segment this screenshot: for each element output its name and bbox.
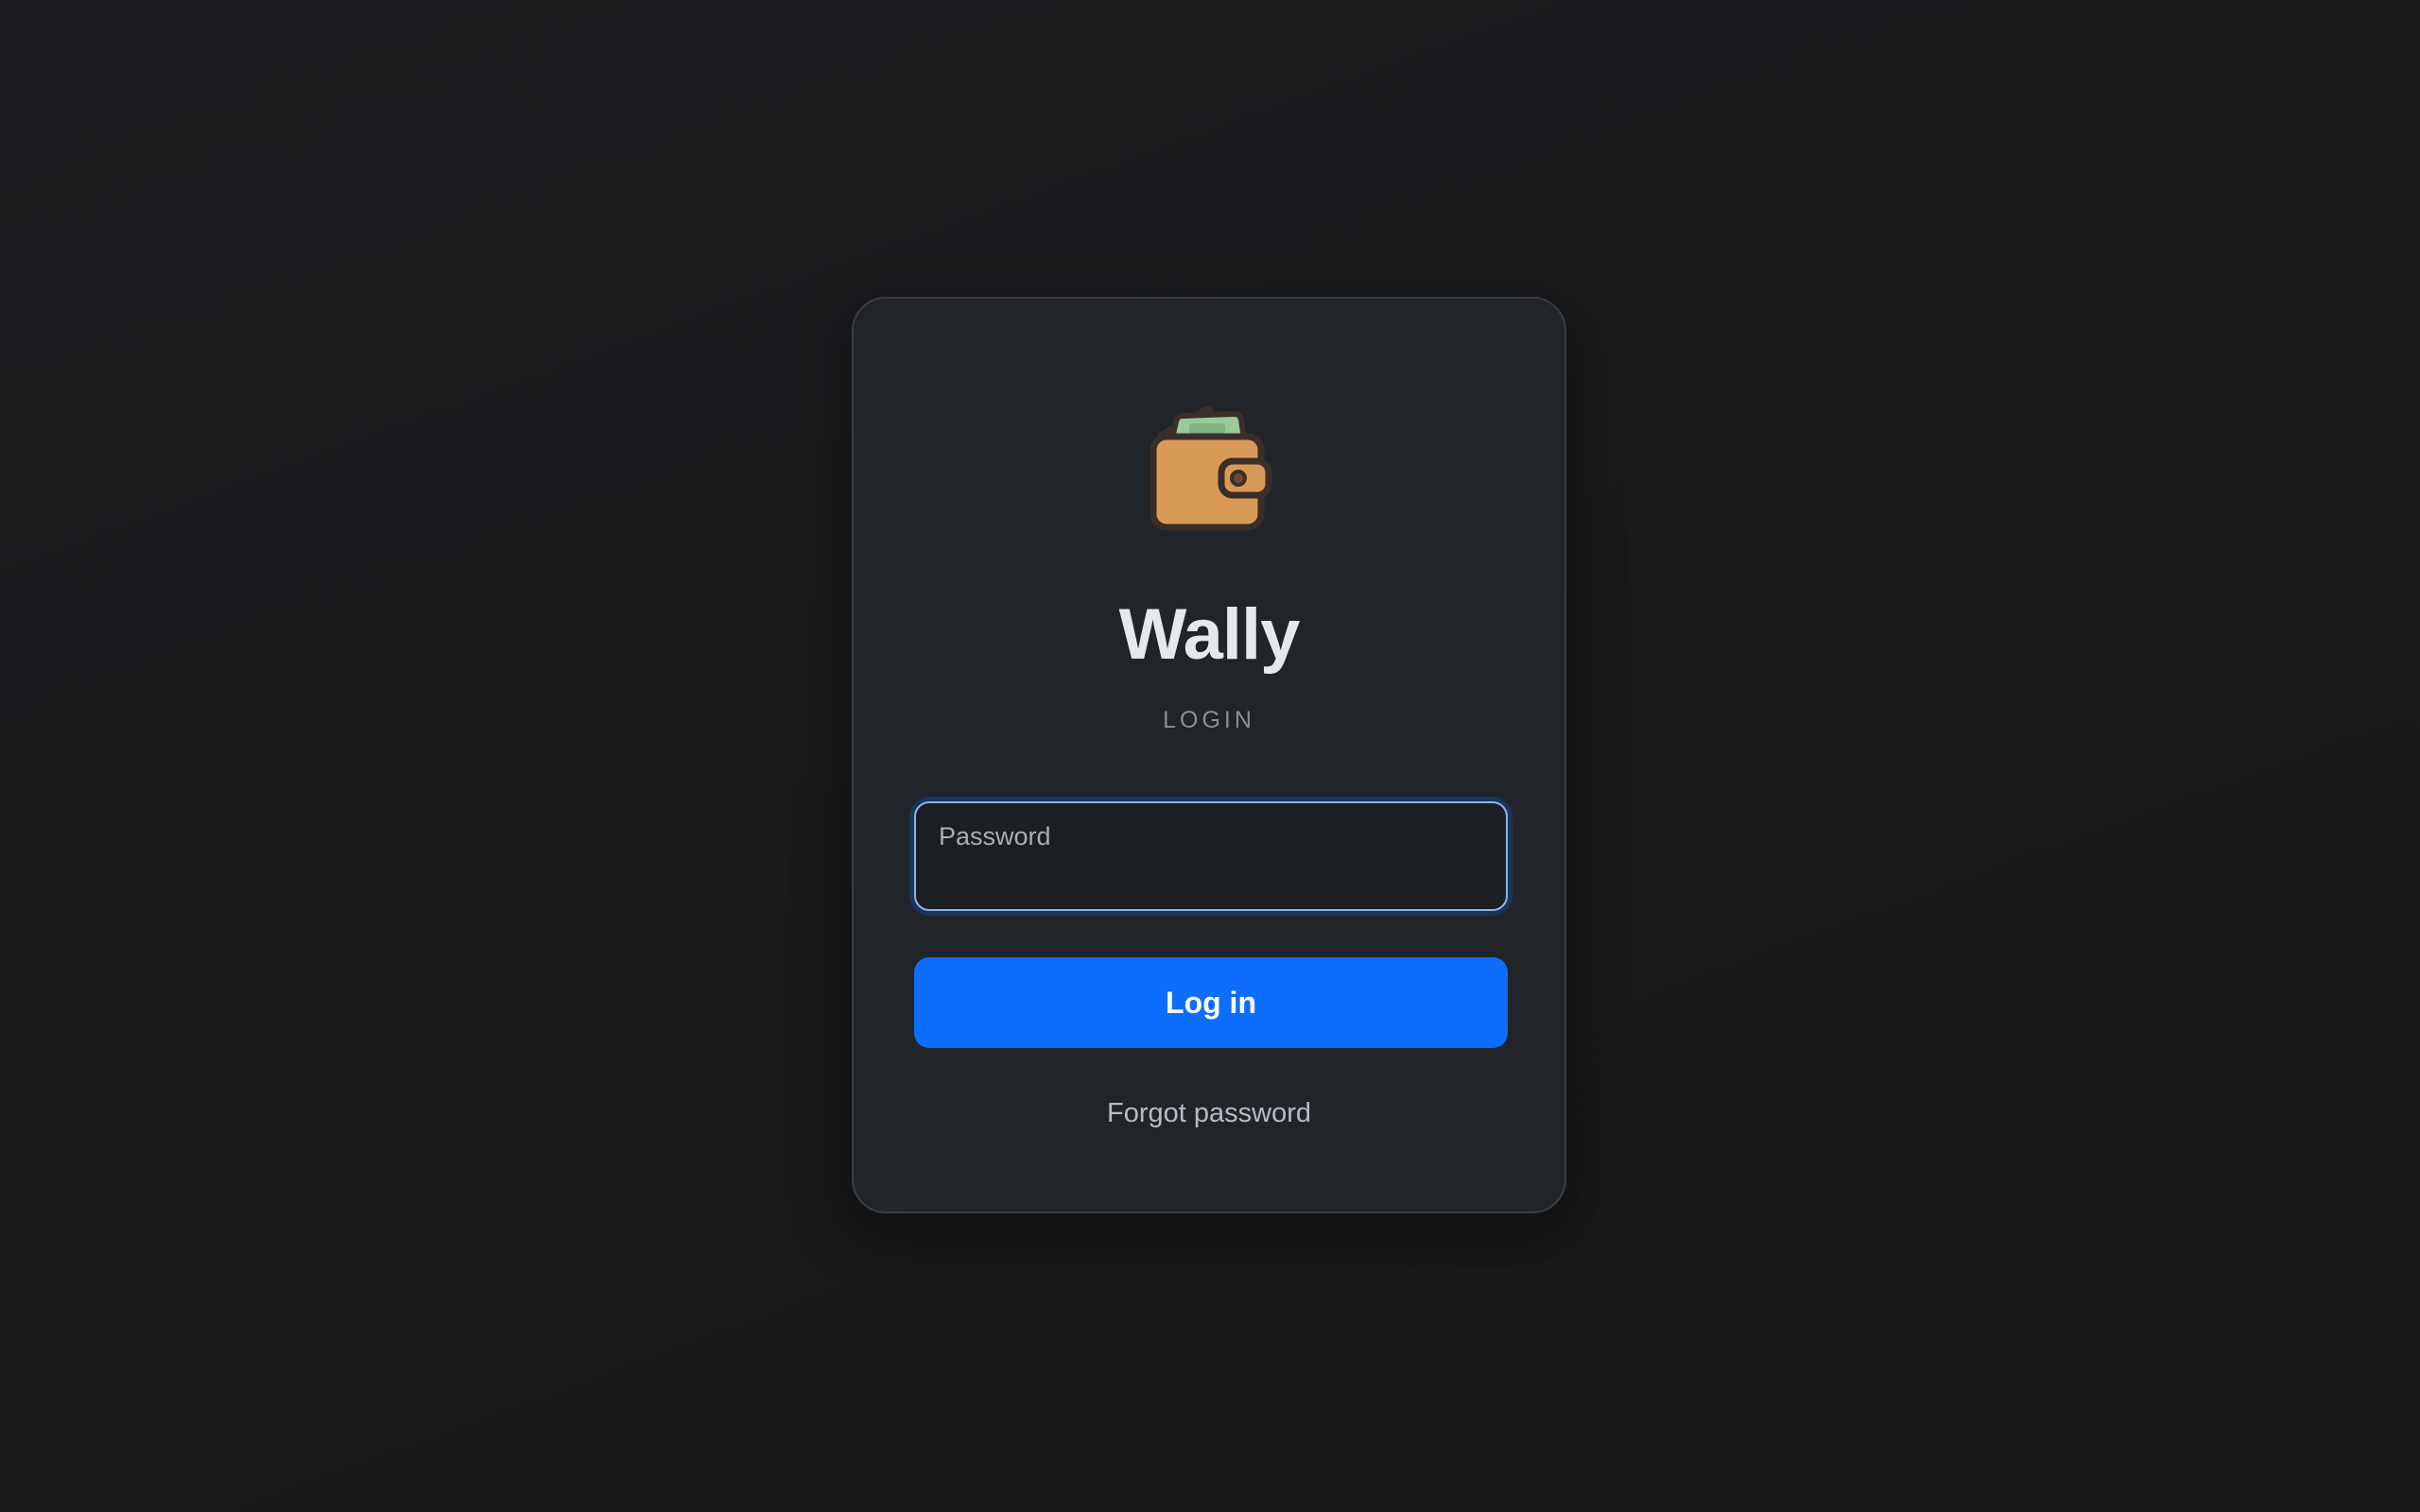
login-button[interactable]: Log in <box>914 957 1508 1048</box>
wallet-icon <box>1148 397 1274 531</box>
password-input[interactable] <box>939 858 1483 896</box>
forgot-password-row: Forgot password <box>854 1100 1564 1127</box>
login-card: Wally LOGIN Password Log in Forgot passw… <box>852 297 1566 1213</box>
forgot-password-link[interactable]: Forgot password <box>1107 1098 1311 1128</box>
page-subtitle: LOGIN <box>1163 707 1255 733</box>
password-field[interactable]: Password <box>914 801 1508 911</box>
app-title: Wally <box>1118 594 1301 675</box>
password-label: Password <box>939 822 1051 850</box>
